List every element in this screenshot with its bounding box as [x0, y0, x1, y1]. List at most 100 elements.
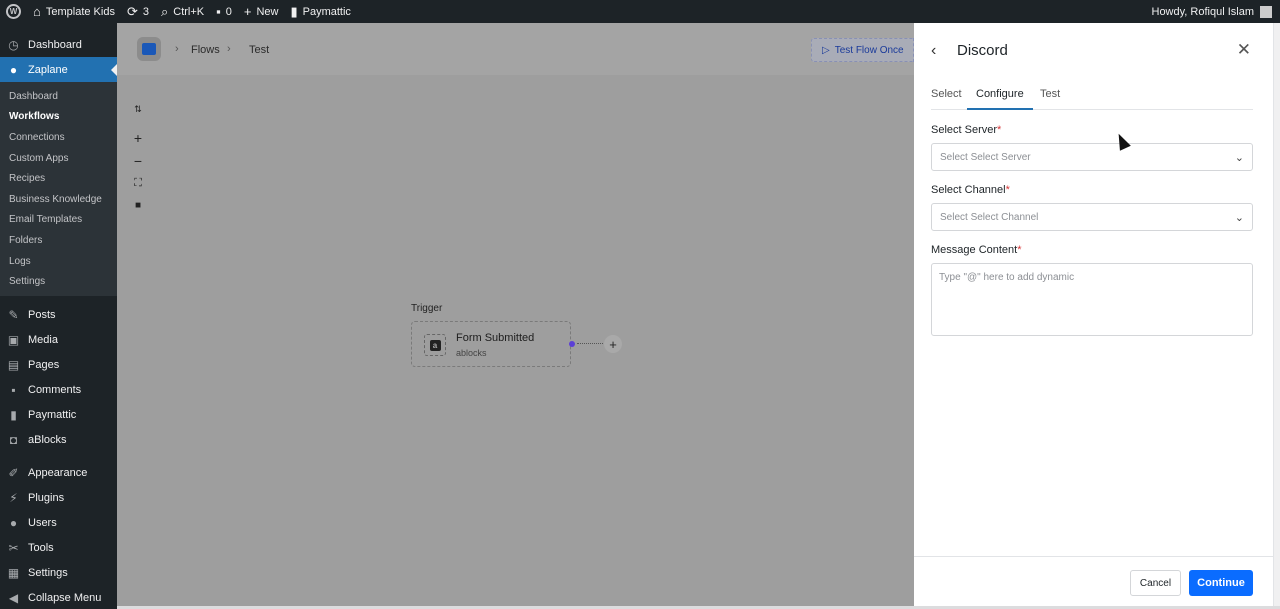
sidebar-item-pages[interactable]: ▤ Pages	[0, 353, 117, 378]
new-content-link[interactable]: + New	[238, 0, 285, 23]
sidebar-item-paymattic[interactable]: ▮ Paymattic	[0, 403, 117, 428]
message-label-text: Message Content	[931, 244, 1018, 256]
site-name-link[interactable]: ⌂ Template Kids	[27, 0, 121, 23]
server-field-label: Select Server*	[931, 124, 1001, 136]
sidebar-item-comments[interactable]: ▪ Comments	[0, 378, 117, 403]
submenu-item-settings[interactable]: Settings	[0, 271, 117, 292]
updates-link[interactable]: ⟳ 3	[121, 0, 155, 23]
test-flow-label: Test Flow Once	[834, 44, 904, 56]
zaplane-logo-icon[interactable]	[137, 37, 161, 61]
sidebar-item-label: Zaplane	[28, 63, 68, 76]
tab-configure[interactable]: Configure	[967, 88, 1033, 110]
chevron-right-icon: ›	[227, 43, 231, 55]
search-icon: ⌕	[160, 4, 169, 19]
sidebar-item-label: Users	[28, 517, 57, 530]
lock-icon[interactable]: ■	[131, 200, 145, 211]
submenu-item-custom-apps[interactable]: Custom Apps	[0, 148, 117, 169]
admin-bar: W ⌂ Template Kids ⟳ 3 ⌕ Ctrl+K ▪ 0 + New…	[0, 0, 1280, 23]
canvas-toolbar: › Flows › Test ▷ Test Flow Once	[117, 23, 914, 75]
submenu-item-email-templates[interactable]: Email Templates	[0, 210, 117, 231]
wordpress-logo-icon[interactable]: W	[6, 4, 21, 19]
pin-icon: ✎	[8, 308, 19, 323]
sidebar-item-dashboard[interactable]: ◷ Dashboard	[0, 32, 117, 57]
updates-count: 3	[142, 5, 149, 18]
collapse-menu-button[interactable]: ◀ Collapse Menu	[0, 586, 117, 609]
new-label: New	[256, 5, 279, 18]
greeting-label: Howdy, Rofiqul Islam	[1151, 5, 1255, 18]
sidebar-item-tools[interactable]: ✂ Tools	[0, 536, 117, 561]
node-subtitle: ablocks	[456, 348, 487, 358]
channel-label-text: Select Channel	[931, 184, 1006, 196]
paymattic-link[interactable]: ▮ Paymattic	[284, 0, 356, 23]
comment-icon: ▪	[11, 383, 16, 398]
submenu-item-connections[interactable]: Connections	[0, 127, 117, 148]
tab-test[interactable]: Test	[1040, 88, 1060, 110]
sidebar-item-label: aBlocks	[28, 434, 67, 447]
continue-button[interactable]: Continue	[1189, 570, 1253, 596]
submenu-item-business-knowledge[interactable]: Business Knowledge	[0, 189, 117, 210]
channel-select-placeholder: Select Select Channel	[940, 211, 1039, 223]
trigger-node[interactable]: a Form Submitted ablocks	[411, 321, 571, 367]
channel-select[interactable]: Select Select Channel ⌄	[931, 203, 1253, 231]
ablocks-icon: ◘	[9, 433, 18, 448]
add-step-button[interactable]: +	[604, 335, 622, 353]
paymattic-icon: ▮	[290, 4, 298, 19]
sidebar-item-label: Comments	[28, 384, 82, 397]
submenu-item-logs[interactable]: Logs	[0, 251, 117, 272]
required-mark: *	[1017, 244, 1022, 256]
workflow-canvas[interactable]: › Flows › Test ▷ Test Flow Once ⇅ + − ⛶ …	[117, 23, 914, 609]
sidebar-item-zaplane[interactable]: ● Zaplane	[0, 57, 117, 82]
zaplane-icon: ●	[9, 62, 18, 77]
sidebar-item-users[interactable]: ● Users	[0, 511, 117, 536]
home-icon: ⌂	[33, 4, 41, 19]
connector-line	[577, 343, 603, 344]
submenu-item-dashboard[interactable]: Dashboard	[0, 86, 117, 107]
message-field-label: Message Content*	[931, 244, 1022, 256]
server-select[interactable]: Select Select Server ⌄	[931, 143, 1253, 171]
comments-count: 0	[225, 5, 232, 18]
paymattic-label: Paymattic	[302, 5, 351, 18]
zoom-in-icon[interactable]: +	[131, 130, 145, 146]
close-icon[interactable]: ✕	[1237, 40, 1251, 60]
comments-link[interactable]: ▪ 0	[210, 0, 238, 23]
fit-view-icon[interactable]: ⛶	[131, 177, 145, 190]
play-icon: ▷	[822, 44, 830, 56]
site-name-label: Template Kids	[45, 5, 115, 18]
submenu-item-folders[interactable]: Folders	[0, 230, 117, 251]
scrollbar[interactable]	[1273, 23, 1280, 609]
back-arrow-icon[interactable]: ‹	[931, 42, 936, 60]
command-palette-link[interactable]: ⌕ Ctrl+K	[155, 0, 210, 23]
users-icon: ●	[9, 516, 18, 531]
node-output-handle[interactable]	[569, 341, 575, 347]
account-menu[interactable]: Howdy, Rofiqul Islam	[1151, 5, 1280, 18]
sidebar-item-settings[interactable]: ▦ Settings	[0, 561, 117, 586]
trigger-label: Trigger	[411, 303, 443, 314]
sidebar-item-label: Tools	[28, 542, 54, 555]
message-content-textarea[interactable]: Type "@" here to add dynamic	[931, 263, 1253, 336]
sidebar-item-posts[interactable]: ✎ Posts	[0, 303, 117, 328]
breadcrumb-test: Test	[249, 44, 270, 56]
test-flow-once-button[interactable]: ▷ Test Flow Once	[811, 38, 914, 62]
submenu-item-workflows[interactable]: Workflows	[0, 107, 117, 128]
plus-icon: +	[243, 4, 252, 19]
chevron-right-icon: ›	[175, 43, 179, 55]
sidebar-item-plugins[interactable]: ⚡ Plugins	[0, 486, 117, 511]
zoom-out-icon[interactable]: −	[131, 153, 145, 169]
sidebar-item-ablocks[interactable]: ◘ aBlocks	[0, 428, 117, 453]
sidebar-item-appearance[interactable]: ✐ Appearance	[0, 461, 117, 486]
panel-tabs: Select Configure Test	[931, 85, 1253, 110]
avatar	[1260, 5, 1272, 18]
brush-icon: ✐	[8, 466, 19, 481]
server-label-text: Select Server	[931, 124, 998, 136]
cancel-button[interactable]: Cancel	[1130, 570, 1181, 596]
message-placeholder: Type "@" here to add dynamic	[939, 272, 1075, 283]
submenu-item-recipes[interactable]: Recipes	[0, 168, 117, 189]
required-mark: *	[1005, 184, 1010, 196]
sidebar-item-media[interactable]: ▣ Media	[0, 328, 117, 353]
breadcrumb-flows[interactable]: Flows	[191, 44, 220, 56]
collapse-icon: ◀	[8, 591, 19, 606]
sidebar-item-label: Media	[28, 334, 58, 347]
tab-select[interactable]: Select	[931, 88, 962, 110]
swap-icon[interactable]: ⇅	[131, 104, 145, 115]
settings-icon: ▦	[7, 566, 20, 581]
